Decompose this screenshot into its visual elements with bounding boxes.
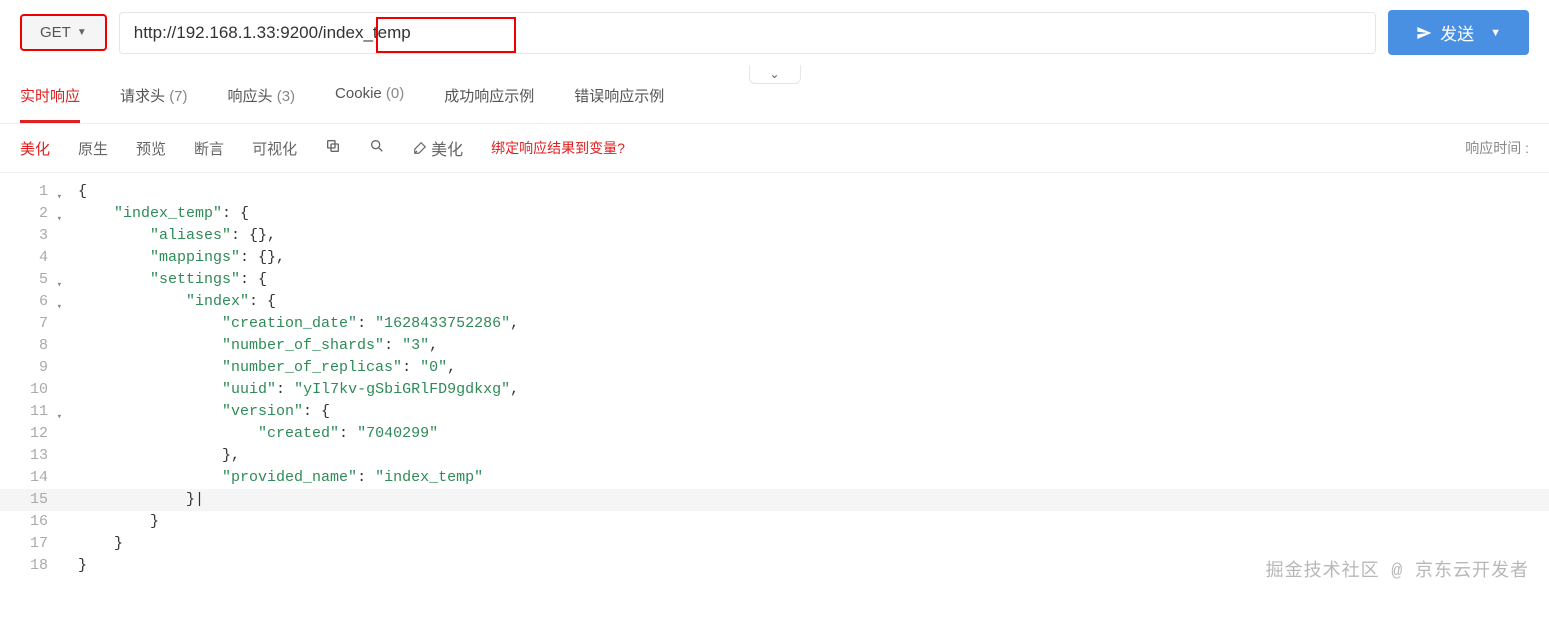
code-line: 12 "created": "7040299" bbox=[0, 423, 1549, 445]
fold-icon[interactable]: ▾ bbox=[57, 274, 62, 296]
code-content: "index_temp": { bbox=[52, 203, 249, 225]
code-line: 9 "number_of_replicas": "0", bbox=[0, 357, 1549, 379]
response-body[interactable]: 1▾{2▾ "index_temp": {3 "aliases": {},4 "… bbox=[0, 173, 1549, 587]
tool-raw[interactable]: 原生 bbox=[78, 138, 108, 159]
code-content: "number_of_shards": "3", bbox=[52, 335, 438, 357]
fold-icon[interactable]: ▾ bbox=[57, 186, 62, 208]
line-number: 10 bbox=[0, 379, 52, 401]
line-number: 3 bbox=[0, 225, 52, 247]
chevron-down-icon: ⌄ bbox=[769, 67, 779, 81]
code-content: "created": "7040299" bbox=[52, 423, 438, 445]
response-timing-label: 响应时间 : bbox=[1465, 138, 1529, 158]
code-line: 16 } bbox=[0, 511, 1549, 533]
code-content: "number_of_replicas": "0", bbox=[52, 357, 456, 379]
send-icon bbox=[1416, 25, 1432, 41]
code-line: 3 "aliases": {}, bbox=[0, 225, 1549, 247]
line-number: 5▾ bbox=[0, 269, 52, 291]
code-line: 5▾ "settings": { bbox=[0, 269, 1549, 291]
beautify-action[interactable]: 美化 bbox=[413, 136, 463, 160]
code-content: }, bbox=[52, 445, 240, 467]
tab-0[interactable]: 实时响应 bbox=[20, 71, 80, 123]
code-content: } bbox=[52, 511, 159, 533]
tab-4[interactable]: 成功响应示例 bbox=[444, 71, 534, 123]
url-input[interactable]: http://192.168.1.33:9200/index_temp bbox=[119, 12, 1376, 54]
code-line: 1▾{ bbox=[0, 181, 1549, 203]
tool-beautify[interactable]: 美化 bbox=[20, 138, 50, 159]
code-line: 10 "uuid": "yIl7kv-gSbiGRlFD9gdkxg", bbox=[0, 379, 1549, 401]
bind-variable-link[interactable]: 绑定响应结果到变量? bbox=[491, 138, 625, 158]
fold-icon[interactable]: ▾ bbox=[57, 208, 62, 230]
tab-count: (0) bbox=[386, 85, 404, 102]
code-content: }| bbox=[52, 489, 204, 511]
send-label: 发送 bbox=[1440, 20, 1474, 45]
code-content: "settings": { bbox=[52, 269, 267, 291]
code-line: 2▾ "index_temp": { bbox=[0, 203, 1549, 225]
line-number: 7 bbox=[0, 313, 52, 335]
response-toolbar: 美化 原生 预览 断言 可视化 美化 绑定响应结果到变量? 响应时间 : bbox=[0, 124, 1549, 173]
fold-icon[interactable]: ▾ bbox=[57, 406, 62, 428]
http-method-select[interactable]: GET ▼ bbox=[20, 14, 107, 51]
line-number: 8 bbox=[0, 335, 52, 357]
line-number: 2▾ bbox=[0, 203, 52, 225]
code-line: 13 }, bbox=[0, 445, 1549, 467]
tab-5[interactable]: 错误响应示例 bbox=[574, 71, 664, 123]
code-content: "version": { bbox=[52, 401, 330, 423]
code-line: 7 "creation_date": "1628433752286", bbox=[0, 313, 1549, 335]
code-content: "aliases": {}, bbox=[52, 225, 276, 247]
code-line: 17 } bbox=[0, 533, 1549, 555]
line-number: 1▾ bbox=[0, 181, 52, 203]
tab-count: (7) bbox=[169, 88, 187, 105]
http-method-value: GET bbox=[40, 24, 71, 41]
caret-down-icon: ▼ bbox=[77, 27, 87, 38]
send-button[interactable]: 发送 ▼ bbox=[1388, 10, 1529, 55]
code-line: 18} bbox=[0, 555, 1549, 577]
copy-icon[interactable] bbox=[325, 138, 341, 159]
tool-assert[interactable]: 断言 bbox=[194, 138, 224, 159]
tab-3[interactable]: Cookie (0) bbox=[335, 71, 404, 123]
code-content: } bbox=[52, 555, 87, 577]
code-content: "creation_date": "1628433752286", bbox=[52, 313, 519, 335]
line-number: 9 bbox=[0, 357, 52, 379]
line-number: 13 bbox=[0, 445, 52, 467]
fold-icon[interactable]: ▾ bbox=[57, 296, 62, 318]
line-number: 15 bbox=[0, 489, 52, 511]
tab-1[interactable]: 请求头 (7) bbox=[120, 71, 188, 123]
line-number: 11▾ bbox=[0, 401, 52, 423]
line-number: 18 bbox=[0, 555, 52, 577]
code-line: 15 }| bbox=[0, 489, 1549, 511]
caret-down-icon: ▼ bbox=[1490, 27, 1501, 39]
expand-handle[interactable]: ⌄ bbox=[748, 65, 800, 84]
line-number: 16 bbox=[0, 511, 52, 533]
code-content: "provided_name": "index_temp" bbox=[52, 467, 483, 489]
code-content: "index": { bbox=[52, 291, 276, 313]
tab-count: (3) bbox=[277, 88, 295, 105]
code-line: 6▾ "index": { bbox=[0, 291, 1549, 313]
url-value: http://192.168.1.33:9200/index_temp bbox=[134, 23, 411, 43]
code-content: "mappings": {}, bbox=[52, 247, 285, 269]
code-line: 8 "number_of_shards": "3", bbox=[0, 335, 1549, 357]
code-content: } bbox=[52, 533, 123, 555]
line-number: 4 bbox=[0, 247, 52, 269]
code-content: "uuid": "yIl7kv-gSbiGRlFD9gdkxg", bbox=[52, 379, 519, 401]
code-line: 14 "provided_name": "index_temp" bbox=[0, 467, 1549, 489]
tab-2[interactable]: 响应头 (3) bbox=[228, 71, 296, 123]
tool-preview[interactable]: 预览 bbox=[136, 138, 166, 159]
code-line: 4 "mappings": {}, bbox=[0, 247, 1549, 269]
line-number: 12 bbox=[0, 423, 52, 445]
line-number: 14 bbox=[0, 467, 52, 489]
line-number: 17 bbox=[0, 533, 52, 555]
code-line: 11▾ "version": { bbox=[0, 401, 1549, 423]
tool-visualize[interactable]: 可视化 bbox=[252, 138, 297, 159]
line-number: 6▾ bbox=[0, 291, 52, 313]
search-icon[interactable] bbox=[369, 138, 385, 159]
